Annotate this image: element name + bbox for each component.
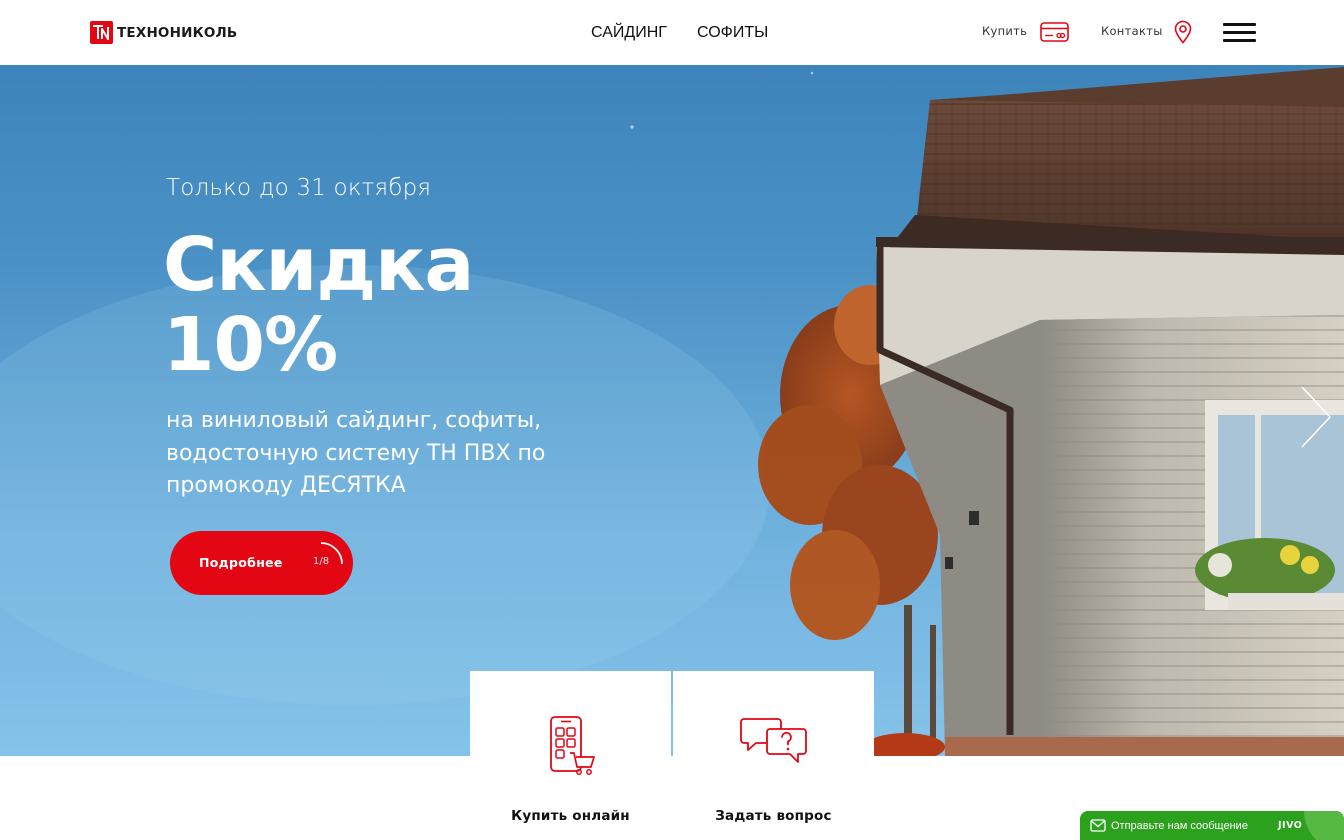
- hero-title-line2: 10%: [163, 302, 338, 388]
- credit-card-icon[interactable]: [1040, 22, 1069, 47]
- slide-progress-arc-icon: [320, 542, 343, 565]
- chat-widget[interactable]: Отправьте нам сообщение JIVO: [1080, 811, 1344, 840]
- hero-title: Скидка 10%: [163, 222, 474, 388]
- buy-online-card[interactable]: Купить онлайн: [470, 671, 671, 840]
- map-pin-icon[interactable]: [1174, 20, 1192, 49]
- logo-mark-icon: [90, 21, 113, 44]
- hero-banner: Только до 31 октября Скидка 10% на винил…: [0, 65, 1344, 756]
- brand-logo[interactable]: ТЕХНОНИКОЛЬ: [90, 20, 237, 45]
- buy-link[interactable]: Купить: [982, 24, 1027, 38]
- hero-kicker: Только до 31 октября: [166, 175, 432, 201]
- hero-description: на виниловый сайдинг, софиты, водосточну…: [166, 408, 546, 498]
- contacts-link[interactable]: Контакты: [1101, 24, 1163, 38]
- nav-link-soffits[interactable]: СОФИТЫ: [697, 24, 768, 42]
- chat-widget-text: Отправьте нам сообщение: [1111, 820, 1248, 832]
- phone-cart-icon: [546, 715, 596, 782]
- chat-widget-brand: JIVO: [1278, 820, 1303, 831]
- site-header: ТЕХНОНИКОЛЬ САЙДИНГ СОФИТЫ Купить Контак…: [0, 0, 1344, 65]
- chat-widget-corner: [1304, 811, 1344, 840]
- nav-link-siding[interactable]: САЙДИНГ: [591, 24, 667, 42]
- hamburger-menu-icon[interactable]: [1223, 22, 1256, 42]
- buy-online-label: Купить онлайн: [511, 808, 630, 824]
- logo-text: ТЕХНОНИКОЛЬ: [117, 24, 238, 41]
- next-slide-arrow-icon[interactable]: [1296, 385, 1336, 449]
- ask-question-card[interactable]: Задать вопрос: [673, 671, 874, 840]
- hero-title-line1: Скидка: [163, 222, 474, 308]
- ask-question-label: Задать вопрос: [715, 808, 832, 824]
- mail-icon: [1090, 819, 1106, 837]
- more-details-button[interactable]: Подробнее 1/8: [170, 531, 353, 595]
- chat-question-icon: [739, 715, 808, 770]
- more-details-label: Подробнее: [199, 555, 283, 570]
- house: [865, 67, 1344, 756]
